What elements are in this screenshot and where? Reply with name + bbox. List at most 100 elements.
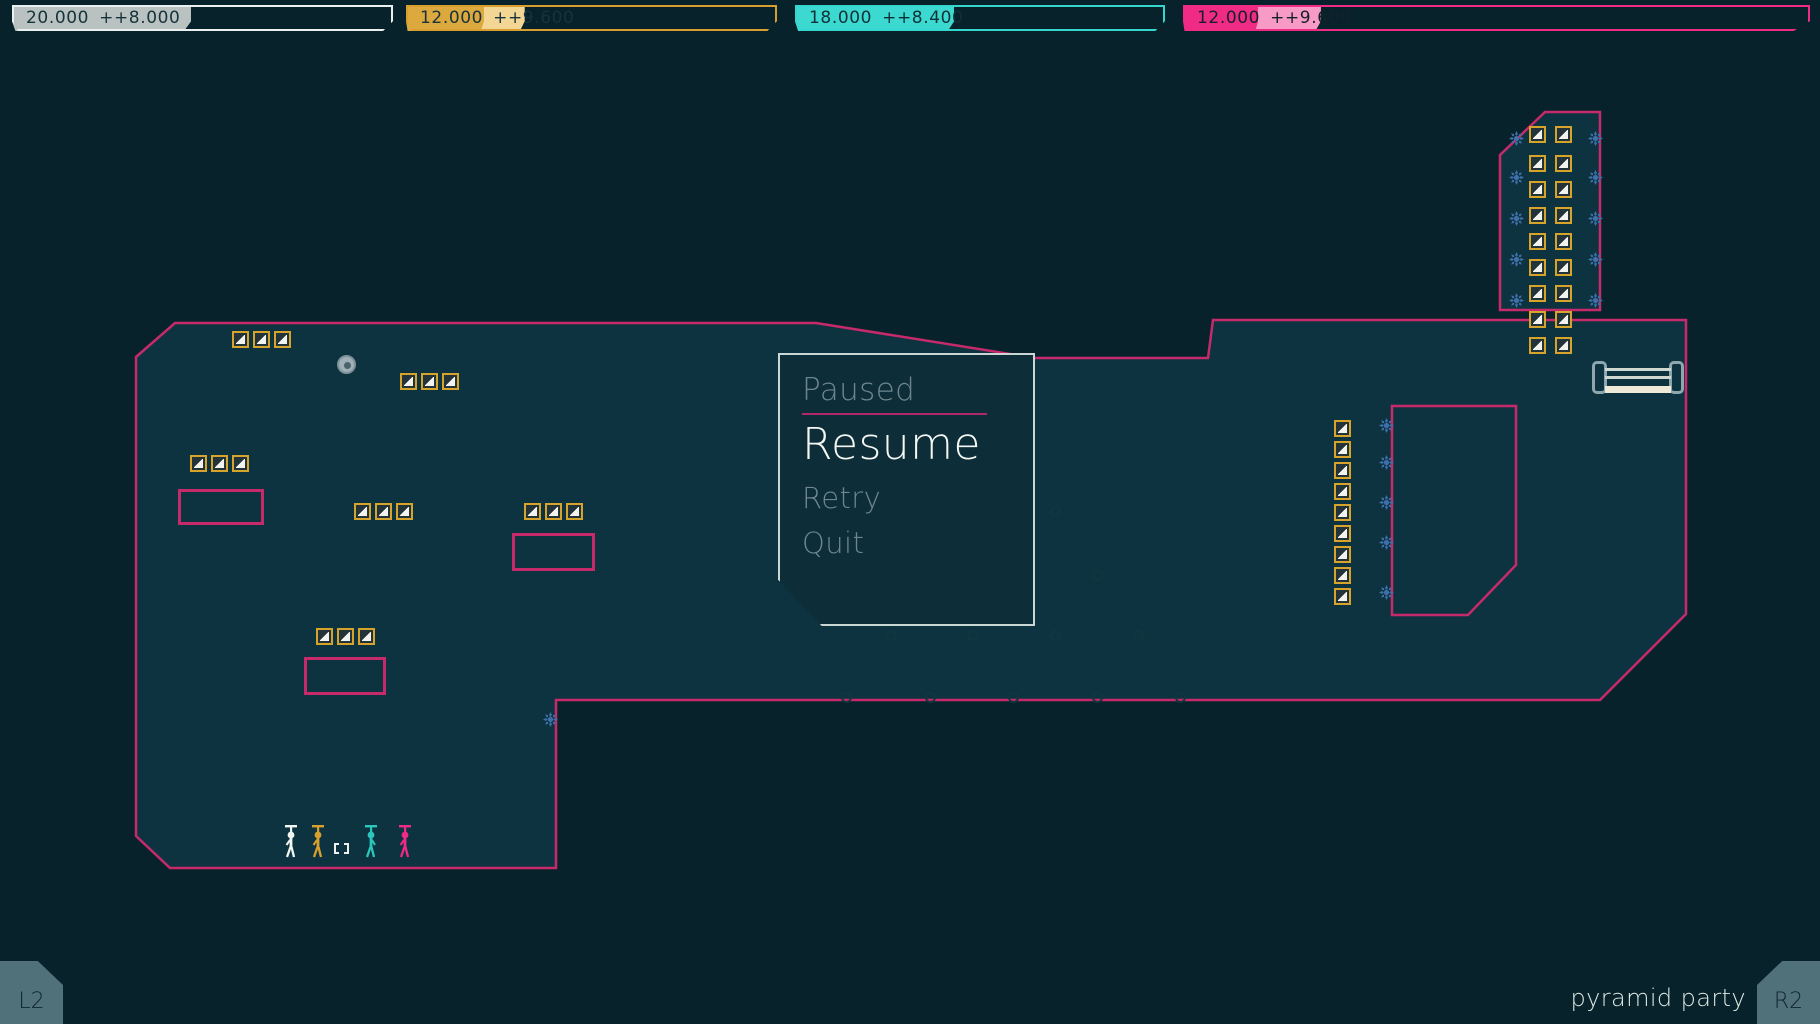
player-bar-label: 20.000 ++8.000 (26, 5, 180, 31)
piston-plate (1605, 376, 1671, 379)
gold-block (274, 331, 291, 348)
player-bonus: ++8.000 (99, 8, 181, 28)
gold-block (1334, 462, 1351, 479)
ring-marker (967, 630, 978, 641)
gear-icon (1509, 252, 1524, 267)
gold-block (1334, 420, 1351, 437)
gold-block (316, 628, 333, 645)
gold-block (1529, 181, 1546, 198)
gold-block (375, 503, 392, 520)
player-bar: 20.000 ++8.000 (12, 5, 393, 31)
menu-item-retry[interactable]: Retry (802, 476, 1033, 521)
gear-icon (1509, 131, 1524, 146)
player-bonus: ++9.600 (1270, 8, 1352, 28)
player-bar: 18.000 ++8.400 (795, 5, 1165, 31)
pause-dialog-title: Paused (802, 372, 916, 408)
ring-marker (1008, 692, 1019, 703)
player-score: 20.000 (26, 8, 90, 28)
player-bonus: ++8.400 (882, 8, 964, 28)
gold-block (1555, 259, 1572, 276)
gold-block (1555, 233, 1572, 250)
player-bonus: ++9.600 (493, 8, 575, 28)
gold-block (1529, 337, 1546, 354)
gear-icon (1588, 131, 1603, 146)
gold-block (396, 503, 413, 520)
ring-marker (885, 630, 896, 641)
character-teal (363, 824, 379, 858)
gold-block (1529, 155, 1546, 172)
gold-block (524, 503, 541, 520)
pause-dialog: Paused Resume Retry Quit (778, 353, 1035, 626)
character-white (283, 824, 299, 858)
gear-icon (1509, 211, 1524, 226)
gear-icon (1588, 170, 1603, 185)
ring-marker (925, 692, 936, 703)
piston-device (1592, 361, 1684, 395)
gold-block (1555, 181, 1572, 198)
player-bar: 12.000 ++9.600 (406, 5, 777, 31)
piston-jaw-right (1669, 361, 1684, 394)
platform (304, 657, 386, 695)
gear-icon (1379, 455, 1394, 470)
ring-marker (1175, 692, 1186, 703)
gold-block (1334, 567, 1351, 584)
platform (178, 489, 264, 525)
player-bar-label: 12.000 ++9.600 (1197, 5, 1351, 31)
gold-block (1334, 483, 1351, 500)
gold-block (1555, 311, 1572, 328)
character-pink (397, 824, 413, 858)
gold-block (1555, 285, 1572, 302)
trigger-button-l2-label: L2 (18, 989, 45, 1014)
gear-icon (1588, 211, 1603, 226)
gear-icon (1588, 293, 1603, 308)
gear-icon (1588, 252, 1603, 267)
player-score: 12.000 (1197, 8, 1261, 28)
gear-icon (1509, 293, 1524, 308)
gold-block (1334, 525, 1351, 542)
menu-item-quit[interactable]: Quit (802, 521, 1033, 566)
gear-icon (1379, 495, 1394, 510)
piston-plate (1605, 368, 1671, 371)
ring-marker (1092, 692, 1103, 703)
gold-block (1334, 588, 1351, 605)
game-screen: 20.000 ++8.000 12.000 ++9.600 18.000 ++8.40… (0, 0, 1820, 1024)
gold-block (1334, 504, 1351, 521)
ring-marker (1133, 630, 1144, 641)
gear-icon (543, 712, 558, 727)
ring-marker (841, 692, 852, 703)
crate-icon (334, 843, 349, 854)
gold-block (1529, 285, 1546, 302)
gold-block (1555, 126, 1572, 143)
gold-block (354, 503, 371, 520)
gold-block (1529, 233, 1546, 250)
ring-marker (1050, 630, 1061, 641)
gold-block (421, 373, 438, 390)
gold-block (1529, 207, 1546, 224)
gold-block (190, 455, 207, 472)
player-score: 18.000 (809, 8, 873, 28)
terrain-right-block (1390, 404, 1518, 617)
pause-dialog-divider (802, 413, 987, 416)
player-score: 12.000 (420, 8, 484, 28)
gear-icon (1379, 535, 1394, 550)
gold-block (232, 331, 249, 348)
gear-icon (1379, 418, 1394, 433)
gold-block (1529, 259, 1546, 276)
menu-item-resume[interactable]: Resume (802, 419, 1033, 472)
dial-knob-icon (337, 355, 356, 374)
gold-block (566, 503, 583, 520)
gold-block (1555, 337, 1572, 354)
gold-block (211, 455, 228, 472)
ring-marker (1050, 506, 1061, 517)
gold-block (442, 373, 459, 390)
platform (512, 533, 595, 571)
gold-block (232, 455, 249, 472)
gear-icon (1509, 170, 1524, 185)
hud-player-bars: 20.000 ++8.000 12.000 ++9.600 18.000 ++8.40… (0, 0, 1820, 36)
level-name-label: pyramid party (1570, 984, 1746, 1012)
gold-block (1529, 126, 1546, 143)
trigger-button-r2-label: R2 (1773, 989, 1804, 1014)
gear-icon (1379, 585, 1394, 600)
gold-block (1555, 207, 1572, 224)
gold-block (253, 331, 270, 348)
